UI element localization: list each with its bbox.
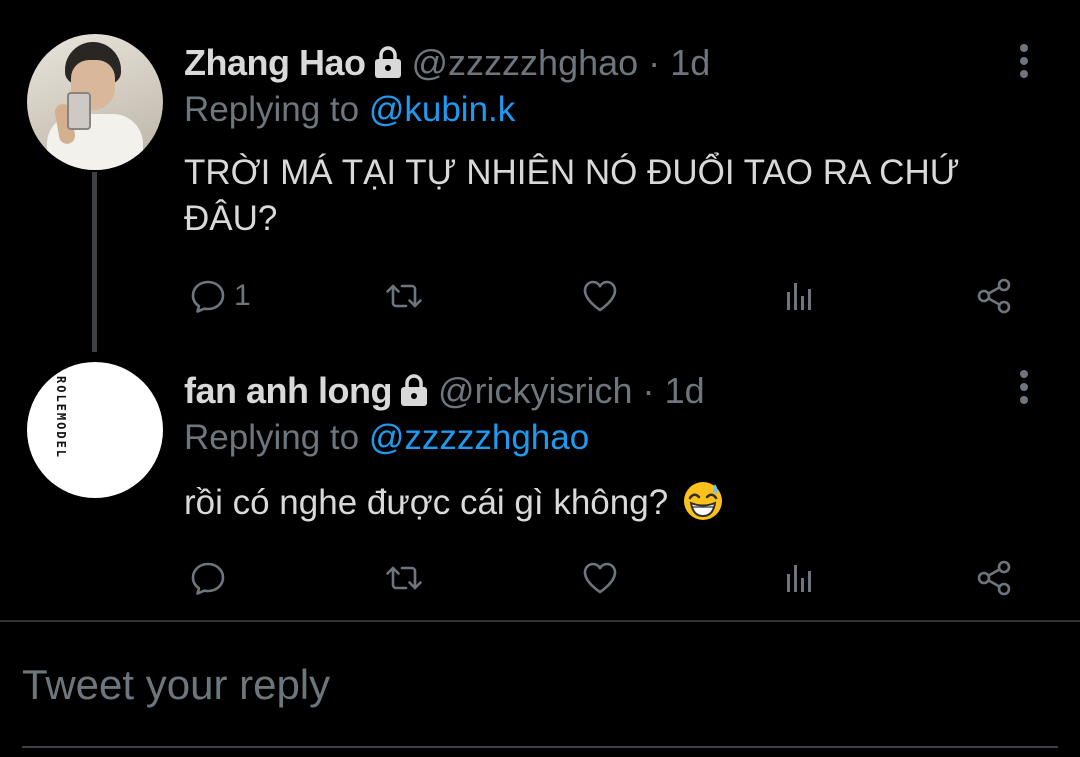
tweet-reply-input[interactable] [22, 660, 1052, 710]
retweet-icon [386, 284, 422, 308]
more-options-button[interactable] [1010, 366, 1038, 410]
like-button[interactable] [580, 556, 620, 600]
more-dot [1020, 396, 1028, 404]
share-button[interactable] [974, 556, 1014, 600]
replying-to-mention[interactable]: @zzzzzhghao [369, 418, 589, 457]
separator-dot: · [648, 42, 661, 83]
timestamp[interactable]: 1d [670, 42, 710, 83]
reply-button[interactable] [188, 556, 234, 600]
retweet-button[interactable] [384, 274, 424, 318]
handle[interactable]: @rickyisrich [438, 370, 633, 411]
more-dot [1020, 70, 1028, 78]
avatar[interactable] [27, 34, 163, 170]
share-icon [977, 278, 1011, 314]
replying-to-label: Replying to [184, 90, 360, 129]
replying-to-line: Replying to @zzzzzhghao [184, 418, 589, 458]
avatar-phone [67, 92, 91, 130]
separator-dot: · [642, 370, 655, 411]
tweet-header: Zhang Hao @zzzzzhghao · 1d [184, 43, 710, 83]
replying-to-line: Replying to @kubin.k [184, 90, 515, 130]
replying-to-label: Replying to [184, 418, 360, 457]
action-bar [184, 556, 1044, 600]
tweet[interactable]: Zhang Hao @zzzzzhghao · 1d Replying to @… [0, 0, 1080, 352]
action-bar: 1 [184, 274, 1044, 318]
grinning-face-with-sweat-icon [683, 482, 722, 520]
avatar[interactable]: ROLEMODEL [27, 362, 163, 498]
retweet-button[interactable] [384, 556, 424, 600]
more-dot [1020, 370, 1028, 378]
analytics-icon [787, 283, 811, 310]
share-button[interactable] [974, 274, 1014, 318]
more-dot [1020, 57, 1028, 65]
tweet-text: TRỜI MÁ TẠI TỰ NHIÊN NÓ ĐUỔI TAO RA CHỨ … [184, 153, 960, 238]
lock-icon [374, 46, 401, 78]
tweet-header: fan anh long @rickyisrich · 1d [184, 371, 705, 411]
tweet[interactable]: ROLEMODEL fan anh long @rickyisrich · 1d… [0, 330, 1080, 620]
more-dot [1020, 383, 1028, 391]
heart-icon [583, 280, 617, 312]
tweet-text-container: rồi có nghe được cái gì không? [184, 480, 1044, 526]
like-button[interactable] [580, 274, 620, 318]
reply-icon [191, 280, 225, 313]
more-options-button[interactable] [1010, 40, 1038, 84]
analytics-icon [787, 565, 811, 592]
timestamp[interactable]: 1d [665, 370, 705, 411]
reply-icon [191, 562, 225, 595]
reply-input-underline [22, 746, 1058, 748]
display-name[interactable]: Zhang Hao [184, 42, 366, 83]
share-icon [977, 560, 1011, 596]
tweet-text: rồi có nghe được cái gì không? [184, 483, 669, 522]
more-dot [1020, 44, 1028, 52]
display-name[interactable]: fan anh long [184, 370, 392, 411]
lock-icon [400, 374, 427, 406]
avatar-logo-text: ROLEMODEL [54, 376, 68, 460]
retweet-icon [386, 566, 422, 590]
thread-connector-line [92, 172, 97, 352]
reply-button[interactable]: 1 [188, 274, 251, 318]
analytics-button[interactable] [778, 274, 818, 318]
handle[interactable]: @zzzzzhghao [412, 42, 639, 83]
replying-to-mention[interactable]: @kubin.k [369, 90, 515, 129]
analytics-button[interactable] [778, 556, 818, 600]
reply-count: 1 [234, 279, 251, 312]
reply-composer [0, 622, 1080, 757]
heart-icon [583, 562, 617, 594]
